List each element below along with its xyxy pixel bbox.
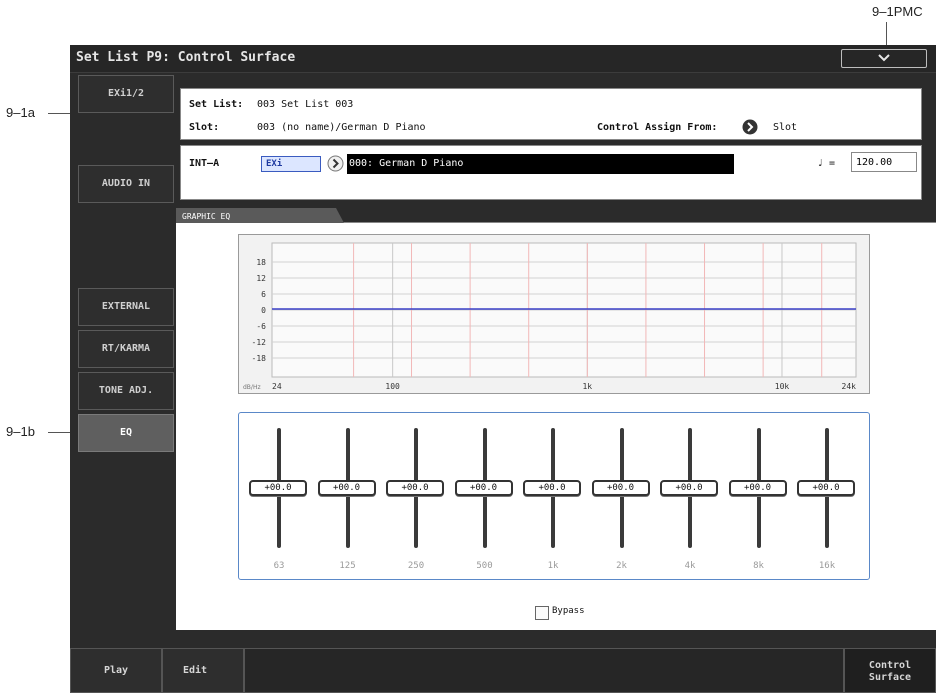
callout-1a: 9–1a (6, 105, 35, 120)
eq-response-graph: 18 12 6 0 -6 -12 -18 24 100 1k 10k 24k dB/Hz (238, 234, 870, 394)
callout-1b: 9–1b (6, 424, 35, 439)
chevron-down-icon (878, 54, 890, 62)
fader-knob[interactable]: +00.0 (454, 480, 513, 496)
eq-band-fader[interactable]: +00.0 4k (660, 428, 720, 571)
program-panel: INT–A EXi 000: German D Piano ♩ = 120.00 (180, 145, 922, 200)
eq-band-fader[interactable]: +00.0 1k (523, 428, 583, 571)
fader-knob[interactable]: +00.0 (797, 480, 855, 496)
tab-play[interactable]: Play (70, 648, 162, 693)
y-tick-label: 6 (261, 290, 266, 299)
exi-type-badge[interactable]: EXi (261, 156, 321, 172)
eq-band-fader[interactable]: +00.0 125 (317, 428, 378, 571)
x-tick-label: 100 (385, 382, 400, 391)
x-tick-label: 1k (582, 382, 592, 391)
y-tick-label: -12 (252, 338, 267, 347)
bypass-label: Bypass (552, 606, 585, 616)
fader-knob[interactable]: +00.0 (660, 480, 718, 496)
callout-pmc-line (886, 22, 887, 46)
tab-audio-in[interactable]: AUDIO IN (78, 165, 174, 203)
info-panel: Set List: 003 Set List 003 Slot: 003 (no… (180, 88, 922, 140)
arrow-right-icon[interactable] (742, 119, 758, 135)
fader-frequency-label: 500 (476, 561, 493, 571)
eq-tab-label[interactable]: GRAPHIC EQ (182, 212, 230, 221)
fader-knob[interactable]: +00.0 (728, 480, 787, 496)
fader-knob[interactable]: +00.0 (591, 480, 650, 496)
callout-pmc: 9–1PMC (872, 4, 923, 19)
bank-label: INT–A (189, 158, 220, 169)
eq-band-fader[interactable]: +00.0 250 (386, 428, 446, 571)
fader-frequency-label: 4k (684, 561, 696, 571)
title-bar: Set List P9: Control Surface (70, 45, 936, 73)
slot-value[interactable]: 003 (no name)/German D Piano (257, 122, 426, 133)
tab-control-surface[interactable]: Control Surface (844, 648, 936, 693)
eq-band-fader[interactable]: +00.0 8k (728, 428, 789, 571)
page-title: Set List P9: Control Surface (76, 50, 296, 65)
fader-knob[interactable]: +00.0 (386, 480, 444, 496)
bypass-checkbox[interactable] (535, 606, 549, 620)
program-name-field[interactable]: 000: German D Piano (347, 154, 734, 174)
eq-fader-box: +00.0 63 +00.0 125 +00.0 250 +00.0 500 +00.0 1k +0… (238, 412, 870, 580)
set-list-label: Set List: (189, 99, 244, 110)
x-tick-label: 24 (272, 382, 282, 391)
program-select-icon[interactable] (327, 155, 344, 172)
graph-x-axis: 24 100 1k 10k 24k dB/Hz (243, 382, 856, 391)
eq-band-fader[interactable]: +00.0 500 (454, 428, 515, 571)
x-tick-label: 24k (842, 382, 857, 391)
control-assign-label: Control Assign From: (597, 122, 718, 133)
set-list-value[interactable]: 003 Set List 003 (257, 99, 353, 110)
fader-frequency-label: 8k (753, 561, 764, 571)
fader-frequency-label: 125 (339, 561, 356, 571)
tempo-field[interactable]: 120.00 (851, 152, 917, 172)
fader-frequency-label: 16k (818, 561, 836, 571)
tab-tone-adj[interactable]: TONE ADJ. (78, 372, 174, 410)
slot-label: Slot: (189, 122, 220, 133)
y-tick-label: -6 (256, 322, 266, 331)
bottom-bar-empty (244, 648, 844, 693)
page-menu-button[interactable] (841, 49, 927, 68)
x-tick-label: 10k (775, 382, 790, 391)
eq-band-fader[interactable]: +00.0 63 (249, 428, 309, 571)
tab-exi12[interactable]: EXi1/2 (78, 75, 174, 113)
fader-frequency-label: 2k (616, 561, 627, 571)
y-tick-label: -18 (252, 354, 267, 363)
tab-external[interactable]: EXTERNAL (78, 288, 174, 326)
graph-unit-label: dB/Hz (243, 384, 261, 391)
eq-graph-svg: 18 12 6 0 -6 -12 -18 24 100 1k 10k 24k dB/Hz (243, 242, 857, 391)
y-tick-label: 12 (256, 274, 266, 283)
tempo-label: ♩ = (817, 158, 836, 169)
graph-y-axis: 18 12 6 0 -6 -12 -18 (252, 258, 267, 363)
fader-knob[interactable]: +00.0 (317, 480, 376, 496)
fader-frequency-label: 1k (547, 561, 559, 571)
fader-frequency-label: 63 (273, 561, 285, 571)
eq-band-fader[interactable]: +00.0 16k (797, 428, 857, 571)
eq-band-fader[interactable]: +00.0 2k (591, 428, 652, 571)
fader-knob[interactable]: +00.0 (249, 480, 307, 496)
fader-frequency-label: 250 (407, 561, 425, 571)
y-tick-label: 18 (256, 258, 266, 267)
tab-rt-karma[interactable]: RT/KARMA (78, 330, 174, 368)
tab-eq[interactable]: EQ (78, 414, 174, 452)
control-assign-value[interactable]: Slot (773, 122, 797, 133)
y-tick-label: 0 (261, 306, 266, 315)
fader-knob[interactable]: +00.0 (523, 480, 581, 496)
tab-edit[interactable]: Edit (162, 648, 244, 693)
